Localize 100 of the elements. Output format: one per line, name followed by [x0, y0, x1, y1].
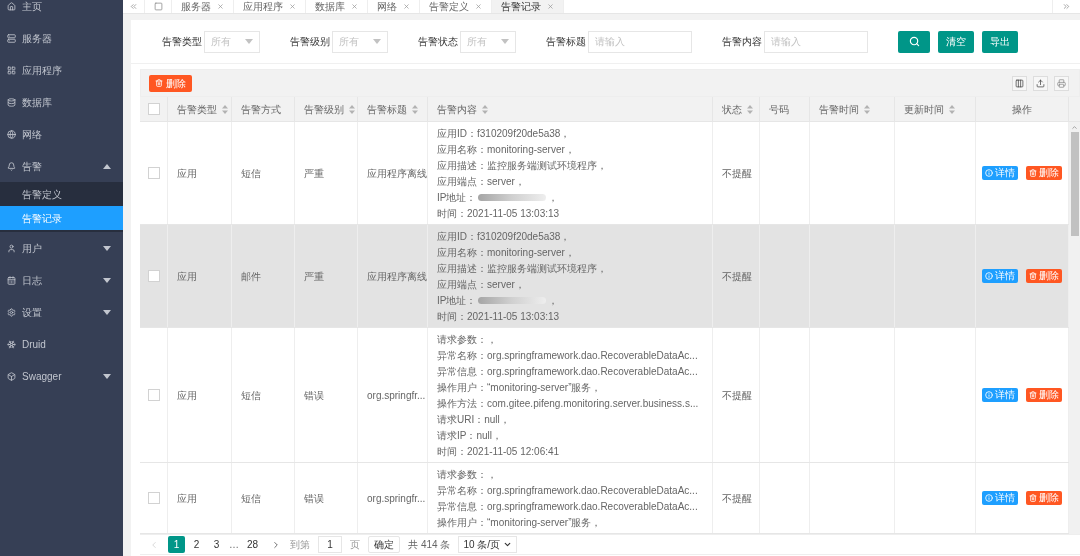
table-cell-text: 严重: [304, 269, 324, 284]
close-icon[interactable]: [547, 3, 554, 10]
print-button[interactable]: [1054, 75, 1069, 91]
redaction-block: [478, 296, 547, 304]
checkbox[interactable]: [147, 492, 160, 504]
table-cell-text: 应用: [177, 491, 197, 506]
sort-icon: [482, 104, 488, 114]
column-header[interactable]: 告警时间: [819, 101, 870, 117]
sidebar-item[interactable]: Swagger: [0, 360, 123, 392]
trash-icon: [1029, 272, 1037, 280]
table-cell-text: 严重: [304, 166, 324, 181]
tab[interactable]: 告警记录: [492, 0, 564, 13]
info-icon: [985, 494, 993, 502]
chevron-down-icon: [503, 540, 513, 549]
table-cell-text: org.springfr...: [367, 491, 426, 506]
table-cell-text: 应用程序离线: [367, 269, 427, 284]
column-header[interactable]: 告警级别: [304, 101, 355, 117]
sidebar-item[interactable]: 告警: [0, 150, 123, 182]
page-button[interactable]: 3: [208, 536, 225, 553]
redaction-block: [478, 193, 547, 201]
table-cell-text: 错误: [304, 491, 324, 506]
close-icon[interactable]: [217, 3, 224, 10]
alert-detail-line: 应用端点：server，: [437, 174, 525, 189]
chevrons-right-icon: [1062, 2, 1071, 11]
delete-button[interactable]: 删除: [1026, 269, 1062, 283]
sidebar-item[interactable]: 应用程序: [0, 54, 123, 86]
alert-detail-line: 应用名称：monitoring-server，: [437, 142, 575, 157]
caret-down-icon: [373, 39, 381, 44]
export-button[interactable]: [1033, 75, 1048, 91]
trash-icon: [1029, 391, 1037, 399]
table-cell-text: 应用: [177, 388, 197, 403]
filter-label: 告警内容: [722, 35, 762, 49]
checkbox[interactable]: [147, 270, 160, 282]
cube-icon: [7, 371, 16, 381]
alert-detail-line: ，: [548, 190, 559, 205]
page-button[interactable]: 2: [188, 536, 205, 553]
search-button[interactable]: [898, 30, 930, 53]
table-cell-text: 不提醒: [722, 491, 752, 506]
table-cell-text: org.springfr...: [367, 388, 426, 403]
home-icon: [7, 1, 16, 11]
table-cell-text: 不提醒: [722, 166, 752, 181]
close-icon[interactable]: [475, 3, 482, 10]
close-icon[interactable]: [289, 3, 296, 10]
chevron-up-icon[interactable]: [1071, 124, 1078, 131]
sidebar-item[interactable]: 网络: [0, 118, 123, 150]
chevron-left-icon: [149, 539, 159, 550]
sort-icon: [949, 104, 955, 114]
sidebar-item[interactable]: Druid: [0, 328, 123, 360]
sort-icon: [412, 104, 418, 114]
table-cell-text: 应用程序离线: [367, 166, 427, 181]
columns-button[interactable]: [1012, 75, 1027, 91]
scrollbar-thumb[interactable]: [1070, 132, 1079, 236]
bell-icon: [7, 161, 16, 171]
checkbox[interactable]: [147, 389, 160, 401]
filter-action-button[interactable]: 清空: [938, 30, 974, 53]
calendar-icon: [7, 275, 16, 285]
sidebar-item[interactable]: 数据库: [0, 86, 123, 118]
sidebar-item[interactable]: 服务器: [0, 22, 123, 54]
sidebar-item[interactable]: 用户: [0, 232, 123, 264]
sidebar-item[interactable]: 设置: [0, 296, 123, 328]
column-header[interactable]: 更新时间: [904, 101, 955, 117]
delete-button[interactable]: 删除: [1026, 388, 1062, 402]
sidebar-item[interactable]: 日志: [0, 264, 123, 296]
scrollbar[interactable]: [1069, 122, 1080, 534]
close-icon[interactable]: [351, 3, 358, 10]
column-header[interactable]: 告警内容: [437, 101, 488, 117]
square-icon: [153, 2, 163, 11]
alert-detail-line: 应用名称：monitoring-server，: [437, 245, 575, 260]
sort-icon: [864, 104, 870, 114]
printer-icon: [1057, 78, 1066, 88]
sidebar-item[interactable]: 主页: [0, 0, 123, 22]
delete-button[interactable]: 删除: [149, 74, 192, 92]
filter-action-button[interactable]: 导出: [982, 30, 1018, 53]
search-icon: [908, 36, 920, 47]
column-header[interactable]: 告警标题: [367, 101, 418, 117]
page-button[interactable]: 28: [243, 536, 263, 553]
page-ellipsis: …: [228, 538, 240, 552]
alert-detail-line: 异常名称：org.springframework.dao.RecoverableDataAc...: [437, 483, 698, 498]
delete-button[interactable]: 删除: [1026, 166, 1062, 180]
column-header[interactable]: 状态: [722, 101, 753, 117]
filter-label: 告警类型: [162, 35, 202, 49]
close-icon[interactable]: [403, 3, 410, 10]
alert-detail-line: 请求参数：，: [437, 467, 497, 482]
column-header[interactable]: 告警类型: [177, 101, 228, 117]
info-icon: [985, 169, 993, 177]
column-header: 告警方式: [241, 102, 281, 117]
column-header: 操作: [1012, 102, 1032, 117]
page-button[interactable]: 1: [168, 536, 185, 553]
checkbox[interactable]: [147, 103, 160, 115]
table-cell-text: 短信: [241, 388, 261, 403]
confirm-button[interactable]: 确定: [368, 536, 401, 553]
sort-icon: [349, 104, 355, 114]
table-cell-text: 短信: [241, 491, 261, 506]
alert-detail-line: 应用描述：监控服务端测试环境程序，: [437, 261, 607, 276]
delete-button[interactable]: 删除: [1026, 491, 1062, 505]
page-size-select[interactable]: 10 条/页: [458, 536, 518, 553]
page-input[interactable]: 1: [318, 536, 343, 553]
checkbox[interactable]: [147, 167, 160, 179]
sidebar-subitem[interactable]: 告警定义: [0, 182, 123, 206]
alert-detail-line: 应用ID：f310209f20de5a38，: [437, 229, 571, 244]
